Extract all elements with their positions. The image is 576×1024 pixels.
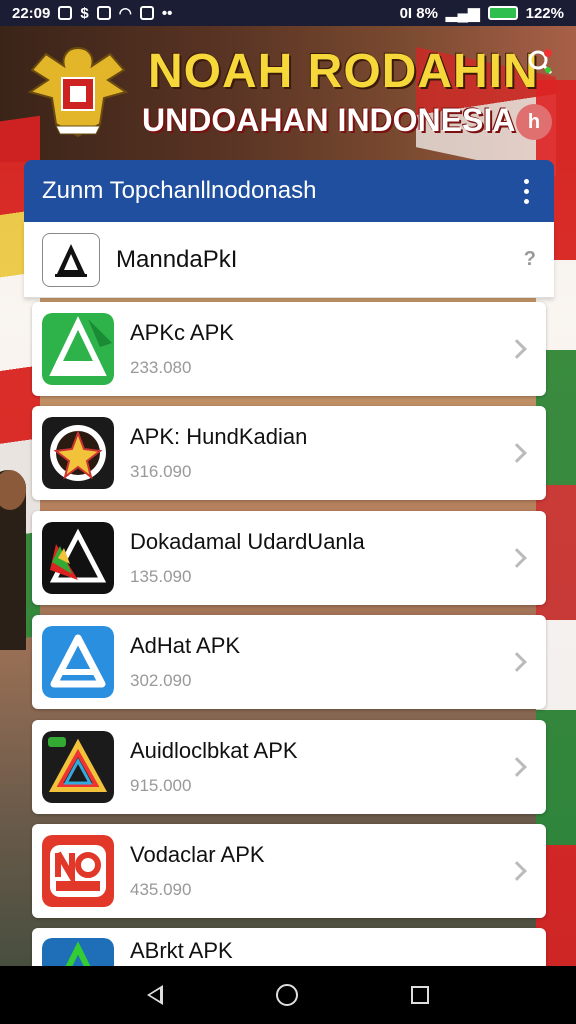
triangle-logo-icon [42,521,114,594]
battery-level: 122% [525,4,564,22]
wifi-icon: ◠ [118,5,132,22]
app-size: 135.090 [130,566,192,586]
status-extra: 0I 8% [399,4,438,22]
app-size: 316.090 [130,462,192,482]
app-list: APKc APK 233.080 APK: HundKadian 316.090 D… [32,302,546,999]
app-size: 302.090 [130,671,192,691]
chevron-right-icon [507,443,527,464]
file-icon [139,6,154,20]
rainbow-triangle-icon [42,730,114,803]
chevron-right-icon [507,861,527,881]
back-icon[interactable] [146,985,163,1005]
app-size: 915.000 [130,775,192,795]
search-icon[interactable] [526,48,554,76]
help-icon[interactable]: ? [524,248,536,271]
app-bar: Zunm Topchanllnodonash [24,160,554,222]
battery-icon [487,6,518,20]
blue-a-icon [42,626,114,699]
list-item[interactable]: Dokadamal UdardUanla 135.090 [32,510,546,605]
chevron-right-icon [507,652,527,673]
app-panel: Zunm Topchanllnodonash ManndaPkI ? [24,160,554,298]
app-name: Vodaclar APK [130,841,265,867]
recents-icon[interactable] [411,986,430,1004]
list-item[interactable]: APKc APK 233.080 [32,302,546,396]
source-logo-icon [42,232,100,287]
green-triangle-icon [42,313,114,385]
status-time: 22:09 [12,4,51,22]
chevron-right-icon [507,756,527,777]
red-badge-icon [42,834,114,907]
list-item[interactable]: AdHat APK 302.090 [32,615,546,710]
profile-badge[interactable]: h [516,104,552,140]
chevron-right-icon [507,547,527,568]
list-item[interactable]: APK: HundKadian 316.090 [32,406,546,501]
source-row[interactable]: ManndaPkI ? [24,222,554,298]
app-size: 435.090 [130,879,192,899]
more-options-icon[interactable] [516,178,536,204]
source-name: ManndaPkI [116,245,238,273]
home-icon[interactable] [275,984,298,1006]
s-icon: $ [80,4,89,22]
app-size: 233.080 [130,358,192,377]
status-bar: 22:09 $ ◠ •• 0I 8% ▂▄▆ 122% [0,0,576,26]
notification-icon [58,6,73,20]
garuda-emblem-icon [27,46,129,138]
navigation-bar [0,966,576,1024]
app-name: Auidloclbkat APK [130,737,298,763]
profile-badge-letter: h [527,110,541,133]
shield-icon [96,6,111,20]
list-item[interactable]: Auidloclbkat APK 915.000 [32,719,546,814]
app-name: APKc APK [130,320,234,345]
chevron-right-icon [507,339,527,359]
signal-icon: ▂▄▆ [445,5,480,22]
list-item[interactable]: Vodaclar APK 435.090 [32,823,546,918]
app-name: ABrkt APK [130,938,233,964]
app-name: AdHat APK [130,633,241,659]
page-title: NOAH RODAHIN [148,45,539,98]
more-notifications-icon: •• [161,4,173,22]
page-subtitle: UNDOAHAN INDONESIA [142,102,516,138]
app-name: Dokadamal UdardUanla [130,528,365,554]
star-emblem-icon [42,417,114,490]
app-bar-title: Zunm Topchanllnodonash [42,177,317,204]
app-name: APK: HundKadian [130,424,308,450]
